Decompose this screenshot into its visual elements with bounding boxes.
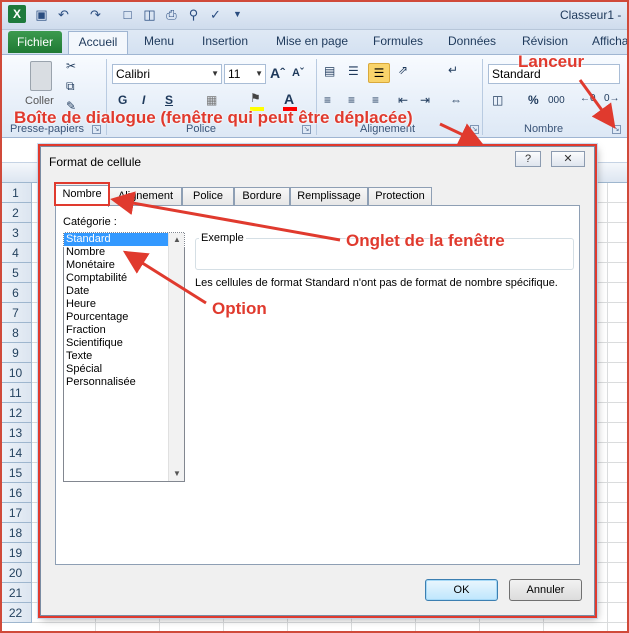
option-arrow (122, 250, 207, 305)
annotation-dialog-box: Boîte de dialogue (fenêtre qui peut être… (14, 108, 413, 127)
window-tab-arrow (110, 191, 341, 242)
annotation-option: Option (212, 299, 267, 318)
annotation-launcher: Lanceur (518, 52, 585, 71)
annotation-arrows (110, 79, 616, 305)
annotation-window-tab: Onglet de la fenêtre (346, 231, 505, 250)
launcher-arrow (578, 79, 616, 129)
dialog-arrow (439, 122, 484, 146)
